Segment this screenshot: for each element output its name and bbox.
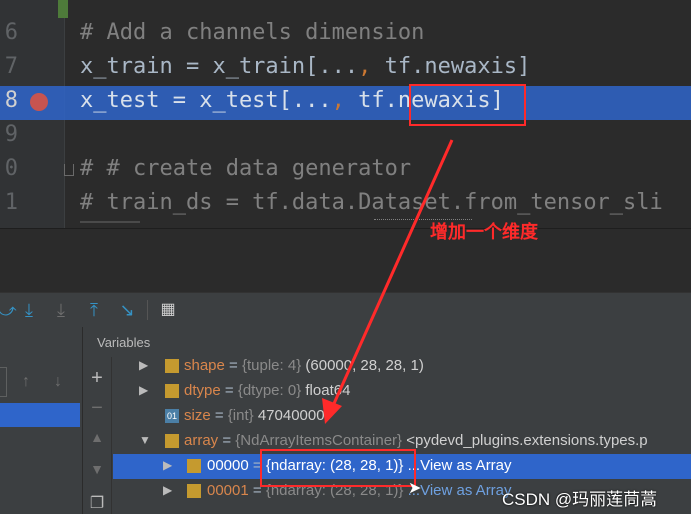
annotation-label: 增加一个维度 [430,222,538,242]
mouse-cursor-icon: ➤ [408,480,422,497]
annotation-arrow [322,139,454,424]
watermark: CSDN @玛丽莲茼蒿 [502,490,658,509]
annotation-arrow-head [322,398,342,424]
annotation-arrow-line [330,139,454,409]
